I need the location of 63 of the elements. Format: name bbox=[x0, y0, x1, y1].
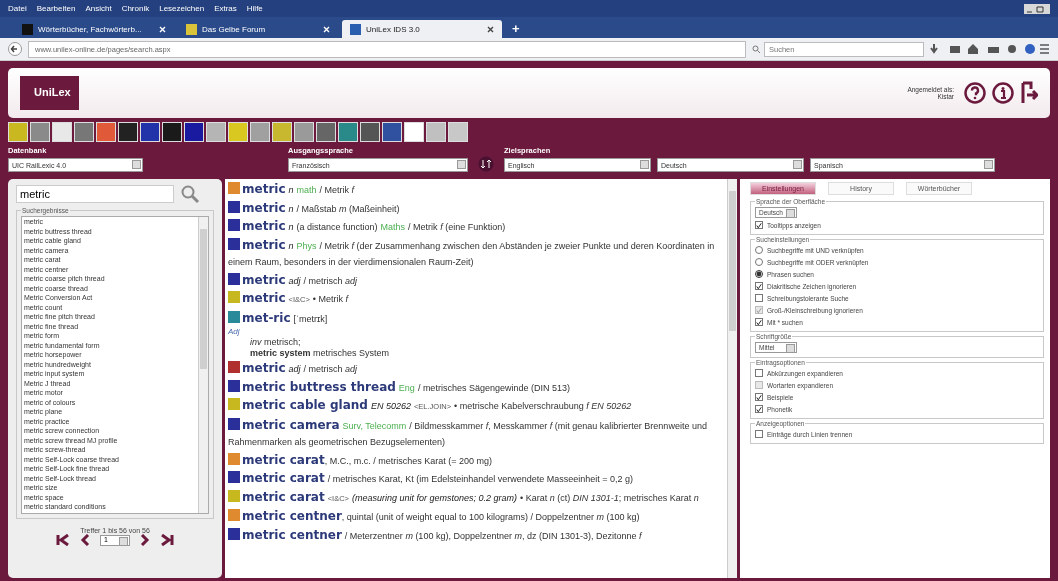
menu-item[interactable]: Ansicht bbox=[85, 4, 112, 13]
checkbox[interactable] bbox=[755, 282, 763, 290]
back-icon[interactable] bbox=[8, 42, 22, 56]
logo: UniLex bbox=[20, 76, 79, 110]
menu-item[interactable]: Bearbeiten bbox=[36, 4, 76, 13]
entry-detail: inv metrisch; bbox=[249, 337, 302, 348]
dictionary-entry: metric buttress thread Eng / metrisches Sägengewinde (DIN 513) bbox=[228, 378, 724, 396]
first-page-icon[interactable] bbox=[56, 534, 70, 546]
browser-tab[interactable]: Wörterbücher, Fachwörterb... bbox=[14, 20, 174, 38]
previous-page-icon[interactable] bbox=[80, 534, 90, 546]
menu-item[interactable]: Datei bbox=[8, 4, 27, 13]
checkbox[interactable] bbox=[755, 430, 763, 438]
menu-item[interactable]: Chronik bbox=[121, 4, 150, 13]
info-icon[interactable] bbox=[992, 82, 1014, 104]
dictionary-entry: metric centner, quintal (unit of weight equal to 100 kilograms) / Doppelzentner m (100 kg) bbox=[228, 508, 724, 526]
next-page-icon[interactable] bbox=[140, 534, 150, 546]
dictionary-entry: metric centner / Meterzentner m (100 kg), Doppelzentner m, dz (DIN 1301-3), Dezitonne f bbox=[228, 526, 724, 544]
entry-detail: Adj bbox=[228, 327, 241, 337]
new-tab-button[interactable]: + bbox=[506, 21, 526, 38]
swap-icon[interactable] bbox=[478, 156, 494, 172]
search-icon[interactable] bbox=[180, 184, 200, 204]
dictionary-entry: metric adj / metrisch adj bbox=[228, 360, 724, 378]
menu-item[interactable]: Extras bbox=[214, 4, 237, 13]
last-page-icon[interactable] bbox=[160, 534, 174, 546]
dictionary-entry: metric carat / metrisches Karat, Kt (im Edelsteinhandel verwendete Masseeinheit = 0,2 g) bbox=[228, 470, 724, 488]
menu-item[interactable]: Lesezeichen bbox=[159, 4, 205, 13]
results-list[interactable] bbox=[21, 216, 209, 514]
checkbox[interactable] bbox=[755, 405, 763, 413]
browser-tab[interactable]: UniLex IDS 3.0 bbox=[342, 20, 502, 38]
window-controls-icon[interactable] bbox=[1024, 3, 1050, 14]
dictionary-entry: metric n / Maßstab m (Maßeinheit) bbox=[228, 199, 724, 217]
browser-tab[interactable]: Das Gelbe Forum bbox=[178, 20, 338, 38]
checkbox[interactable] bbox=[755, 318, 763, 326]
checkbox[interactable] bbox=[755, 221, 763, 229]
dictionary-entry: metric n Phys / Metrik f (der Zusammenhang zwischen den Abständen je zweier Punkte und deren Koordinaten in einem Raum, besonders in der vierdimensionalen Raum-Zeit) bbox=[228, 236, 716, 269]
dictionary-icon[interactable] bbox=[140, 122, 160, 142]
dictionary-entry: metric camera Surv, Telecomm / Bildmesskammer f, Messkammer f (mit genau kalibrierter Brennweite und Rahmenmarken als geometrischen Bezugselementen) bbox=[228, 416, 708, 449]
checkbox[interactable] bbox=[755, 393, 763, 401]
dictionary-icon[interactable] bbox=[360, 122, 380, 142]
checkbox[interactable] bbox=[755, 369, 763, 377]
search-field[interactable]: metric bbox=[16, 185, 174, 203]
checkbox[interactable] bbox=[755, 294, 763, 302]
close-icon[interactable] bbox=[487, 25, 494, 33]
scrollbar[interactable] bbox=[198, 217, 208, 513]
help-icon[interactable] bbox=[964, 82, 986, 104]
dictionary-entry: metric carat, M.C., m.c. / metrisches Karat (= 200 mg) bbox=[228, 451, 724, 469]
radio-button[interactable] bbox=[755, 258, 763, 266]
toolbar-icons-drawing[interactable] bbox=[930, 43, 1050, 55]
dictionary-entry: metric n math / Metrik f bbox=[228, 181, 724, 199]
dictionary-icon[interactable] bbox=[382, 122, 402, 142]
radio-button[interactable] bbox=[755, 246, 763, 254]
dictionary-entry: metric n (a distance function) Maths / Metrik f (eine Funktion) bbox=[228, 218, 724, 236]
scrollbar[interactable] bbox=[727, 179, 737, 578]
dictionary-entry: metric adj / metrisch adj bbox=[228, 271, 724, 289]
radio-button[interactable] bbox=[755, 270, 763, 278]
dictionary-icon[interactable] bbox=[118, 122, 138, 142]
dictionary-entry: met-ric [ˈmetrɪk] bbox=[228, 309, 724, 327]
menu-item[interactable]: Hilfe bbox=[246, 4, 263, 13]
logout-icon[interactable] bbox=[1020, 81, 1038, 105]
dictionary-icon[interactable] bbox=[162, 122, 182, 142]
entry-detail: metric system metrisches System bbox=[249, 348, 391, 359]
dictionary-icon[interactable] bbox=[184, 122, 204, 142]
search-icon bbox=[752, 44, 761, 54]
